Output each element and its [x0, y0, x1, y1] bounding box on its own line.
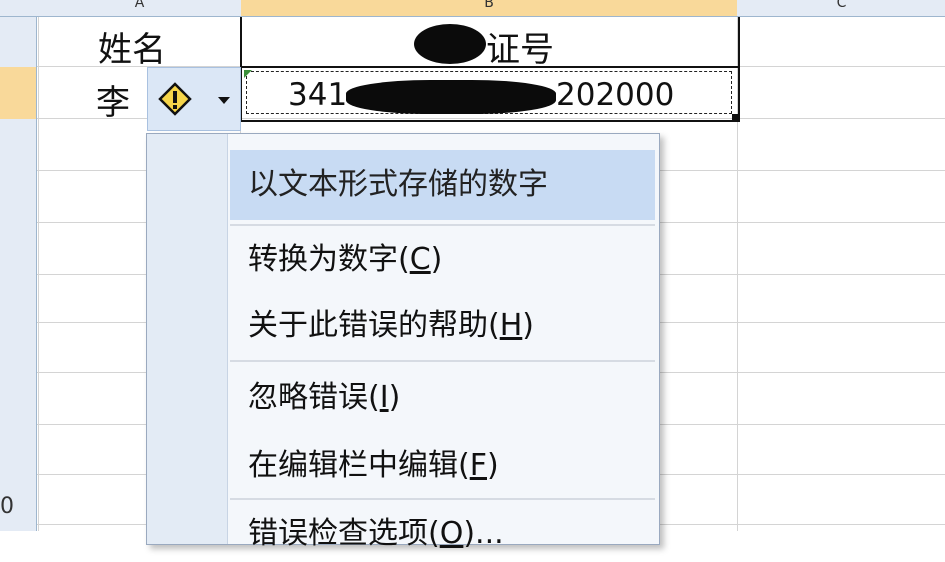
menu-item-label: 关于此错误的帮助(: [248, 308, 500, 343]
menu-item-label-end: ): [388, 380, 401, 415]
menu-item-label-end: ): [430, 242, 443, 277]
menu-item-label: 在编辑栏中编辑(: [248, 448, 470, 483]
column-header-a[interactable]: A: [39, 0, 240, 16]
menu-separator: [230, 224, 655, 226]
row-header-2[interactable]: 2: [0, 67, 36, 119]
warning-diamond-icon: [158, 82, 192, 116]
cell-name-value[interactable]: 李: [96, 75, 130, 124]
error-options-menu: 以文本形式存储的数字 转换为数字(C) 关于此错误的帮助(H) 忽略错误(I) …: [146, 133, 660, 551]
menu-item-accelerator: C: [409, 242, 431, 277]
menu-item-label-end: )...: [463, 516, 504, 551]
menu-item-convert-to-number[interactable]: 转换为数字(C): [230, 232, 655, 288]
column-label: B: [484, 0, 494, 11]
menu-item-accelerator: H: [499, 308, 523, 343]
menu-item-accelerator: O: [439, 516, 464, 551]
row-label: 2: [0, 67, 14, 92]
column-label: A: [134, 0, 145, 11]
grid-line: [38, 0, 39, 531]
cell-id-value-suffix: 202000: [556, 77, 675, 113]
menu-item-label: 错误检查选项(: [248, 516, 440, 551]
cell-name-header[interactable]: 姓名: [98, 22, 166, 71]
column-header-b[interactable]: B: [241, 0, 737, 16]
menu-item-error-checking-options[interactable]: 错误检查选项(O)...: [230, 506, 655, 562]
menu-item-edit-in-formula-bar[interactable]: 在编辑栏中编辑(F): [230, 438, 655, 494]
error-checking-button[interactable]: [147, 67, 241, 131]
menu-item-label-end: ): [522, 308, 534, 343]
menu-item-label: 转换为数字(: [248, 242, 410, 277]
chevron-down-icon: [218, 97, 230, 104]
column-header-bar: A B C: [0, 0, 945, 17]
menu-title: 以文本形式存储的数字: [230, 150, 655, 220]
cell-id-value-prefix: 341: [288, 77, 348, 113]
menu-item-help[interactable]: 关于此错误的帮助(H): [230, 298, 655, 354]
cell-id-header[interactable]: 证号: [486, 22, 554, 71]
menu-separator: [230, 360, 655, 362]
menu-item-label-end: ): [486, 448, 499, 483]
menu-item-accelerator: F: [469, 448, 487, 483]
menu-gutter: [147, 134, 228, 544]
redaction-mark: [414, 24, 486, 64]
column-label: C: [836, 0, 847, 11]
menu-separator: [230, 498, 655, 500]
menu-item-accelerator: I: [379, 380, 389, 415]
error-indicator-triangle: [244, 70, 252, 78]
row-header-bar: 2 0: [0, 17, 37, 531]
column-header-c[interactable]: C: [738, 0, 945, 16]
fill-handle[interactable]: [732, 114, 738, 120]
row-label: 0: [0, 494, 14, 519]
menu-item-label: 忽略错误(: [248, 380, 380, 415]
redaction-mark: [346, 80, 556, 114]
row-header-bottom[interactable]: 0: [0, 475, 36, 525]
menu-item-ignore-error[interactable]: 忽略错误(I): [230, 370, 655, 426]
